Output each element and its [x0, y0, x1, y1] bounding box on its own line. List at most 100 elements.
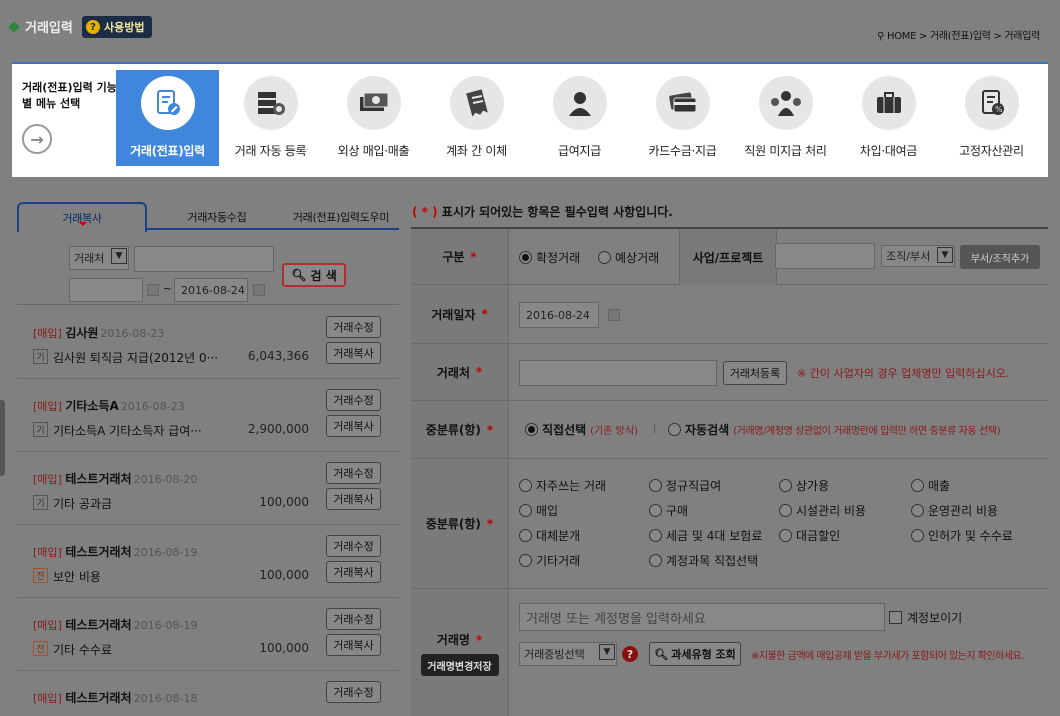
- save-name-change-button[interactable]: 거래명변경저장: [420, 654, 499, 676]
- transaction-date: 2016-08-19: [133, 619, 198, 632]
- copy-transaction-button[interactable]: 거래복사: [326, 488, 381, 510]
- edit-transaction-button[interactable]: 거래수정: [326, 608, 381, 630]
- calendar-icon[interactable]: [147, 284, 159, 296]
- menu-item-credit-purchase-sales[interactable]: 외상 매입·매출: [322, 70, 425, 166]
- date-from-input[interactable]: [69, 278, 143, 302]
- partner-name: 테스트거래처: [65, 545, 132, 559]
- date-to-input[interactable]: 2016-08-24: [174, 278, 248, 302]
- row-mid-category-mode: 중분류(항) * 직접선택 (기존 방식) | 자동검색 (거래명/계정명 상관없…: [411, 401, 1048, 459]
- tab-auto-collect[interactable]: 거래자동수집: [157, 204, 277, 230]
- org-select[interactable]: 조직/부서 ▼: [881, 245, 955, 267]
- tab-input-helper[interactable]: 거래(전표)입력도우미: [279, 204, 403, 230]
- mid-category-option[interactable]: 상가용: [779, 477, 829, 494]
- title-diamond-icon: [8, 20, 20, 33]
- side-scroll-handle[interactable]: [0, 400, 5, 476]
- location-pin-icon: ⚲: [877, 31, 887, 42]
- search-keyword-input[interactable]: [134, 246, 274, 272]
- mid-category-option[interactable]: 정규직급여: [649, 477, 721, 494]
- page-title: 거래입력: [8, 17, 73, 36]
- transaction-category: [매입] 테스트거래처 2016-08-18: [33, 691, 198, 705]
- show-account-checkbox[interactable]: [889, 611, 902, 624]
- credit-card-icon: [668, 92, 696, 113]
- copy-transaction-button[interactable]: 거래복사: [326, 342, 381, 364]
- label-project: 사업/프로젝트: [679, 229, 777, 285]
- row-partner: 거래처 * 거래처등록 ※ 간이 사업자의 경우 업체명만 입력하십시오.: [411, 344, 1048, 401]
- transaction-amount: 6,043,366: [247, 349, 309, 363]
- mid-category-option[interactable]: 매입: [519, 502, 558, 519]
- arrow-right-icon[interactable]: →: [22, 124, 52, 154]
- transaction-date: 2016-08-20: [133, 473, 198, 486]
- project-input[interactable]: [775, 243, 875, 269]
- search-button[interactable]: 🔍︎ 검 색: [282, 263, 346, 287]
- person-icon: [568, 92, 591, 116]
- radio-direct-select[interactable]: 직접선택 (기존 방식): [525, 421, 638, 438]
- receipt-icon: [465, 89, 488, 117]
- server-sync-icon: [257, 92, 285, 115]
- calendar-icon[interactable]: [253, 284, 265, 296]
- transaction-description: 기타소득A 기타소득자 급여···: [53, 424, 202, 438]
- row-transaction-name: 거래명 * 거래명변경저장 거래명 또는 계정명을 입력하세요 계정보이기 거래증…: [411, 589, 1048, 716]
- partner-name: 테스트거래처: [65, 618, 132, 632]
- menu-item-transaction-input[interactable]: 거래(전표)입력: [116, 70, 219, 166]
- document-edit-icon: [156, 90, 180, 115]
- menu-item-borrow-lend[interactable]: 차입·대여금: [837, 70, 940, 166]
- edit-transaction-button[interactable]: 거래수정: [326, 389, 381, 411]
- copy-transaction-button[interactable]: 거래복사: [326, 634, 381, 656]
- edit-transaction-button[interactable]: 거래수정: [326, 462, 381, 484]
- edit-transaction-button[interactable]: 거래수정: [326, 316, 381, 338]
- left-panel: 거래복사 거래자동수집 거래(전표)입력도우미 거래처 ▼ ~ 2016-08-2…: [17, 200, 399, 716]
- chevron-down-icon: ▼: [111, 248, 127, 264]
- copy-transaction-button[interactable]: 거래복사: [326, 561, 381, 583]
- transaction-date: 2016-08-23: [120, 400, 185, 413]
- add-org-button[interactable]: 부서/조직추가: [960, 245, 1040, 269]
- calendar-icon[interactable]: [608, 309, 620, 321]
- menu-item-fixed-asset[interactable]: % 고정자산관리: [940, 70, 1043, 166]
- chevron-down-icon: ▼: [937, 247, 953, 263]
- mid-category-option[interactable]: 세금 및 4대 보험료: [649, 527, 762, 544]
- transaction-category: [매입] 기타소득A 2016-08-23: [33, 399, 185, 413]
- mid-category-option[interactable]: 시설관리 비용: [779, 502, 866, 519]
- radio-auto-search[interactable]: 자동검색 (거래명/계정명 상관없이 거래명란에 입력만 하면 중분류 자동 선…: [668, 421, 1001, 438]
- partner-name: 테스트거래처: [65, 691, 132, 705]
- menu-item-auto-register[interactable]: 거래 자동 등록: [219, 70, 322, 166]
- mid-category-option[interactable]: 계정과목 직접선택: [649, 552, 758, 569]
- mid-category-option[interactable]: 운영관리 비용: [911, 502, 998, 519]
- mid-category-option[interactable]: 대체분개: [519, 527, 580, 544]
- asset-document-icon: %: [981, 90, 1004, 115]
- transaction-date-input[interactable]: 2016-08-24: [519, 302, 599, 328]
- date-range-separator: ~: [163, 282, 173, 295]
- mid-category-option[interactable]: 대금할인: [779, 527, 840, 544]
- transaction-description: 기타 공과금: [53, 497, 113, 511]
- required-notice: ( * ) 표시가 되어있는 항목은 필수입력 사항입니다.: [412, 205, 673, 219]
- menu-item-salary-payment[interactable]: 급여지급: [528, 70, 631, 166]
- transaction-amount: 100,000: [259, 641, 309, 655]
- transaction-name-input[interactable]: 거래명 또는 계정명을 입력하세요: [519, 603, 885, 631]
- partner-input[interactable]: [519, 360, 717, 386]
- copy-transaction-button[interactable]: 거래복사: [326, 415, 381, 437]
- type-badge: 전: [33, 641, 48, 656]
- search-type-select[interactable]: 거래처 ▼: [69, 246, 129, 270]
- register-partner-button[interactable]: 거래처등록: [723, 361, 787, 385]
- tab-copy-transaction[interactable]: 거래복사: [17, 202, 147, 232]
- help-button[interactable]: ? 사용방법: [82, 16, 153, 38]
- briefcase-icon: [876, 92, 901, 113]
- transaction-list-item: [매입] 김사원 2016-08-23 기 김사원 퇴직금 지급(2012년 0···…: [17, 306, 399, 379]
- transaction-category: [매입] 테스트거래처 2016-08-20: [33, 472, 198, 486]
- question-icon: ?: [86, 20, 100, 34]
- menu-item-employee-unpaid[interactable]: 직원 미지급 처리: [734, 70, 837, 166]
- radio-expected[interactable]: 예상거래: [598, 249, 659, 266]
- radio-confirmed[interactable]: 확정거래: [519, 249, 580, 266]
- transaction-amount: 100,000: [259, 495, 309, 509]
- employee-payment-icon: [770, 91, 801, 116]
- mid-category-option[interactable]: 구매: [649, 502, 688, 519]
- menu-item-card-collection[interactable]: 카드수금·지급: [631, 70, 734, 166]
- mid-category-option[interactable]: 자주쓰는 거래: [519, 477, 606, 494]
- left-tabs: 거래복사 거래자동수집 거래(전표)입력도우미: [17, 200, 399, 232]
- mid-category-option[interactable]: 매출: [911, 477, 950, 494]
- mid-category-option[interactable]: 기타거래: [519, 552, 580, 569]
- menu-item-account-transfer[interactable]: 계좌 간 이체: [425, 70, 528, 166]
- mid-category-option[interactable]: 인허가 및 수수료: [911, 527, 1013, 544]
- menu-intro-text: 거래(전표)입력 기능별 메뉴 선택: [22, 81, 117, 110]
- edit-transaction-button[interactable]: 거래수정: [326, 535, 381, 557]
- edit-transaction-button[interactable]: 거래수정: [326, 681, 381, 703]
